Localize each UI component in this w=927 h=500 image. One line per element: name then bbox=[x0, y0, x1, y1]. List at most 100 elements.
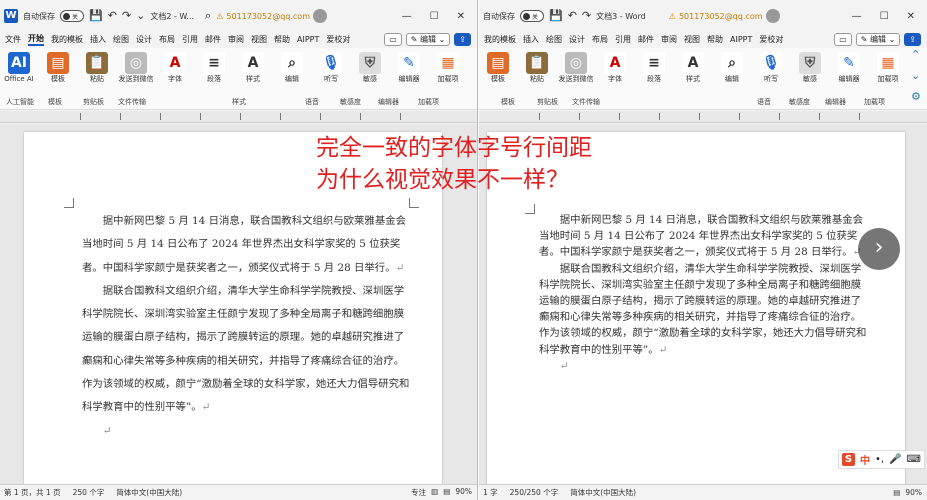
styles-button[interactable]: A 样式 bbox=[678, 52, 708, 84]
account[interactable]: ⚠ 501173052@qq.com bbox=[216, 9, 327, 23]
edit-mode-button[interactable]: ✎ 编辑 ⌄ bbox=[855, 33, 901, 46]
tab-design[interactable]: 设计 bbox=[569, 34, 585, 45]
paragraph-1[interactable]: 据中新网巴黎 5 月 14 日消息，联合国教科文组织与欧莱雅基金会当地时间 5 … bbox=[539, 212, 869, 261]
paragraph-2[interactable]: 据联合国教科文组织介绍，清华大学生命科学学院教授、深圳医学科学院院长、深圳湾实验… bbox=[82, 280, 412, 420]
styles-button[interactable]: A 样式 bbox=[238, 52, 268, 84]
close-icon[interactable]: ✕ bbox=[907, 11, 915, 22]
send-wechat-button[interactable]: ◎ 发送到微信 bbox=[559, 52, 594, 84]
tab-view[interactable]: 视图 bbox=[251, 34, 267, 45]
tab-help[interactable]: 帮助 bbox=[707, 34, 723, 45]
redo-icon[interactable]: ↷ bbox=[582, 10, 591, 22]
ruler[interactable] bbox=[479, 111, 927, 123]
language[interactable]: 简体中文(中国大陆) bbox=[116, 487, 182, 498]
comment-button[interactable]: ▭ bbox=[834, 33, 852, 46]
sogou-icon[interactable]: S bbox=[842, 453, 855, 466]
ruler[interactable] bbox=[0, 111, 477, 123]
comment-button[interactable]: ▭ bbox=[384, 33, 402, 46]
tab-templates[interactable]: 我的模板 bbox=[484, 34, 516, 45]
word-count[interactable]: 250 个字 bbox=[73, 487, 105, 498]
settings-icon[interactable]: ⚙ bbox=[911, 90, 925, 103]
search-icon[interactable]: ⌕ bbox=[205, 10, 211, 22]
tab-draw[interactable]: 绘图 bbox=[113, 34, 129, 45]
document-text[interactable]: 据中新网巴黎 5 月 14 日消息，联合国教科文组织与欧莱雅基金会当地时间 5 … bbox=[82, 210, 412, 443]
paragraph-button[interactable]: ≡ 段落 bbox=[639, 52, 669, 84]
next-arrow-button[interactable]: › bbox=[858, 228, 900, 270]
addins-button[interactable]: ▦ 加载项 bbox=[433, 52, 463, 84]
tab-references[interactable]: 引用 bbox=[615, 34, 631, 45]
sensitivity-button[interactable]: ⛨ 敏感 bbox=[355, 52, 385, 84]
dictate-button[interactable]: 🎙 听写 bbox=[756, 52, 786, 84]
save-icon[interactable]: 💾 bbox=[549, 10, 563, 22]
minimize-icon[interactable]: — bbox=[402, 11, 412, 22]
punctuation-icon[interactable]: •, bbox=[875, 454, 884, 465]
tab-home[interactable]: 开始 bbox=[28, 33, 44, 46]
addins-button[interactable]: ▦ 加载项 bbox=[873, 52, 903, 84]
language[interactable]: 简体中文(中国大陆) bbox=[570, 487, 636, 498]
close-icon[interactable]: ✕ bbox=[457, 11, 465, 22]
template-button[interactable]: ▤ 模板 bbox=[43, 52, 73, 84]
tab-review[interactable]: 审阅 bbox=[661, 34, 677, 45]
editing-button[interactable]: ⌕ 编辑 bbox=[277, 52, 307, 84]
account[interactable]: ⚠ 501173052@qq.com bbox=[669, 9, 780, 23]
tab-aippt[interactable]: AIPPT bbox=[730, 35, 752, 44]
share-button[interactable]: ⇪ bbox=[454, 33, 471, 46]
editor-button[interactable]: ✎ 编辑器 bbox=[394, 52, 424, 84]
microphone-icon[interactable]: 🎤 bbox=[889, 454, 901, 465]
tab-insert[interactable]: 插入 bbox=[523, 34, 539, 45]
redo-icon[interactable]: ↷ bbox=[122, 10, 131, 22]
paste-button[interactable]: 📋 粘贴 bbox=[522, 52, 552, 84]
focus-button[interactable]: 专注 bbox=[411, 487, 426, 498]
tab-templates[interactable]: 我的模板 bbox=[51, 34, 83, 45]
paragraph-1[interactable]: 据中新网巴黎 5 月 14 日消息，联合国教科文组织与欧莱雅基金会当地时间 5 … bbox=[82, 210, 412, 280]
page-count[interactable]: 1 字 bbox=[483, 487, 498, 498]
chevron-up-icon[interactable]: ⌃ bbox=[911, 48, 925, 61]
autosave-toggle[interactable]: 关 bbox=[60, 10, 84, 22]
font-button[interactable]: A 字体 bbox=[600, 52, 630, 84]
edit-mode-button[interactable]: ✎ 编辑 ⌄ bbox=[405, 33, 451, 46]
tab-file[interactable]: 文件 bbox=[5, 34, 21, 45]
maximize-icon[interactable]: ☐ bbox=[430, 11, 439, 22]
maximize-icon[interactable]: ☐ bbox=[880, 11, 889, 22]
chevron-down-icon[interactable]: ⌄ bbox=[136, 10, 145, 22]
tab-view[interactable]: 视图 bbox=[684, 34, 700, 45]
print-layout-icon[interactable]: ▤ bbox=[893, 488, 900, 497]
share-button[interactable]: ⇪ bbox=[904, 33, 921, 46]
tab-mailings[interactable]: 邮件 bbox=[205, 34, 221, 45]
avatar[interactable] bbox=[312, 9, 327, 23]
print-layout-icon[interactable]: ▤ bbox=[443, 487, 450, 498]
send-wechat-button[interactable]: ◎ 发送到微信 bbox=[119, 52, 154, 84]
template-button[interactable]: ▤ 模板 bbox=[483, 52, 513, 84]
sensitivity-button[interactable]: ⛨ 敏感 bbox=[795, 52, 825, 84]
word-count[interactable]: 250/250 个字 bbox=[510, 487, 559, 498]
dictate-button[interactable]: 🎙 听写 bbox=[316, 52, 346, 84]
editing-button[interactable]: ⌕ 编辑 bbox=[717, 52, 747, 84]
undo-icon[interactable]: ↶ bbox=[108, 10, 117, 22]
tab-proofread[interactable]: 爱校对 bbox=[759, 34, 783, 45]
ime-toolbar[interactable]: S 中 •, 🎤 ⌨ bbox=[838, 450, 925, 469]
empty-paragraph[interactable]: ↵ bbox=[539, 358, 869, 374]
paragraph-2[interactable]: 据联合国教科文组织介绍，清华大学生命科学学院教授、深圳医学科学院院长、深圳湾实验… bbox=[539, 261, 869, 358]
keyboard-icon[interactable]: ⌨ bbox=[907, 454, 921, 465]
ime-chinese-mode[interactable]: 中 bbox=[860, 452, 870, 467]
tab-draw[interactable]: 绘图 bbox=[546, 34, 562, 45]
read-mode-icon[interactable]: ▥ bbox=[431, 487, 438, 498]
empty-paragraph[interactable]: ↵ bbox=[82, 420, 412, 443]
tab-layout[interactable]: 布局 bbox=[159, 34, 175, 45]
tab-insert[interactable]: 插入 bbox=[90, 34, 106, 45]
save-icon[interactable]: 💾 bbox=[89, 10, 103, 22]
tab-mailings[interactable]: 邮件 bbox=[638, 34, 654, 45]
tab-review[interactable]: 审阅 bbox=[228, 34, 244, 45]
font-button[interactable]: A 字体 bbox=[160, 52, 190, 84]
tab-design[interactable]: 设计 bbox=[136, 34, 152, 45]
undo-icon[interactable]: ↶ bbox=[568, 10, 577, 22]
tab-aippt[interactable]: AIPPT bbox=[297, 35, 319, 44]
tab-references[interactable]: 引用 bbox=[182, 34, 198, 45]
tab-help[interactable]: 帮助 bbox=[274, 34, 290, 45]
chevron-down-icon[interactable]: ⌄ bbox=[911, 69, 925, 82]
autosave-toggle[interactable]: 关 bbox=[520, 10, 544, 22]
zoom-level[interactable]: 90% bbox=[455, 487, 472, 498]
avatar[interactable] bbox=[765, 9, 780, 23]
paste-button[interactable]: 📋 粘贴 bbox=[82, 52, 112, 84]
page-count[interactable]: 第 1 页，共 1 页 bbox=[4, 487, 61, 498]
minimize-icon[interactable]: — bbox=[852, 11, 862, 22]
